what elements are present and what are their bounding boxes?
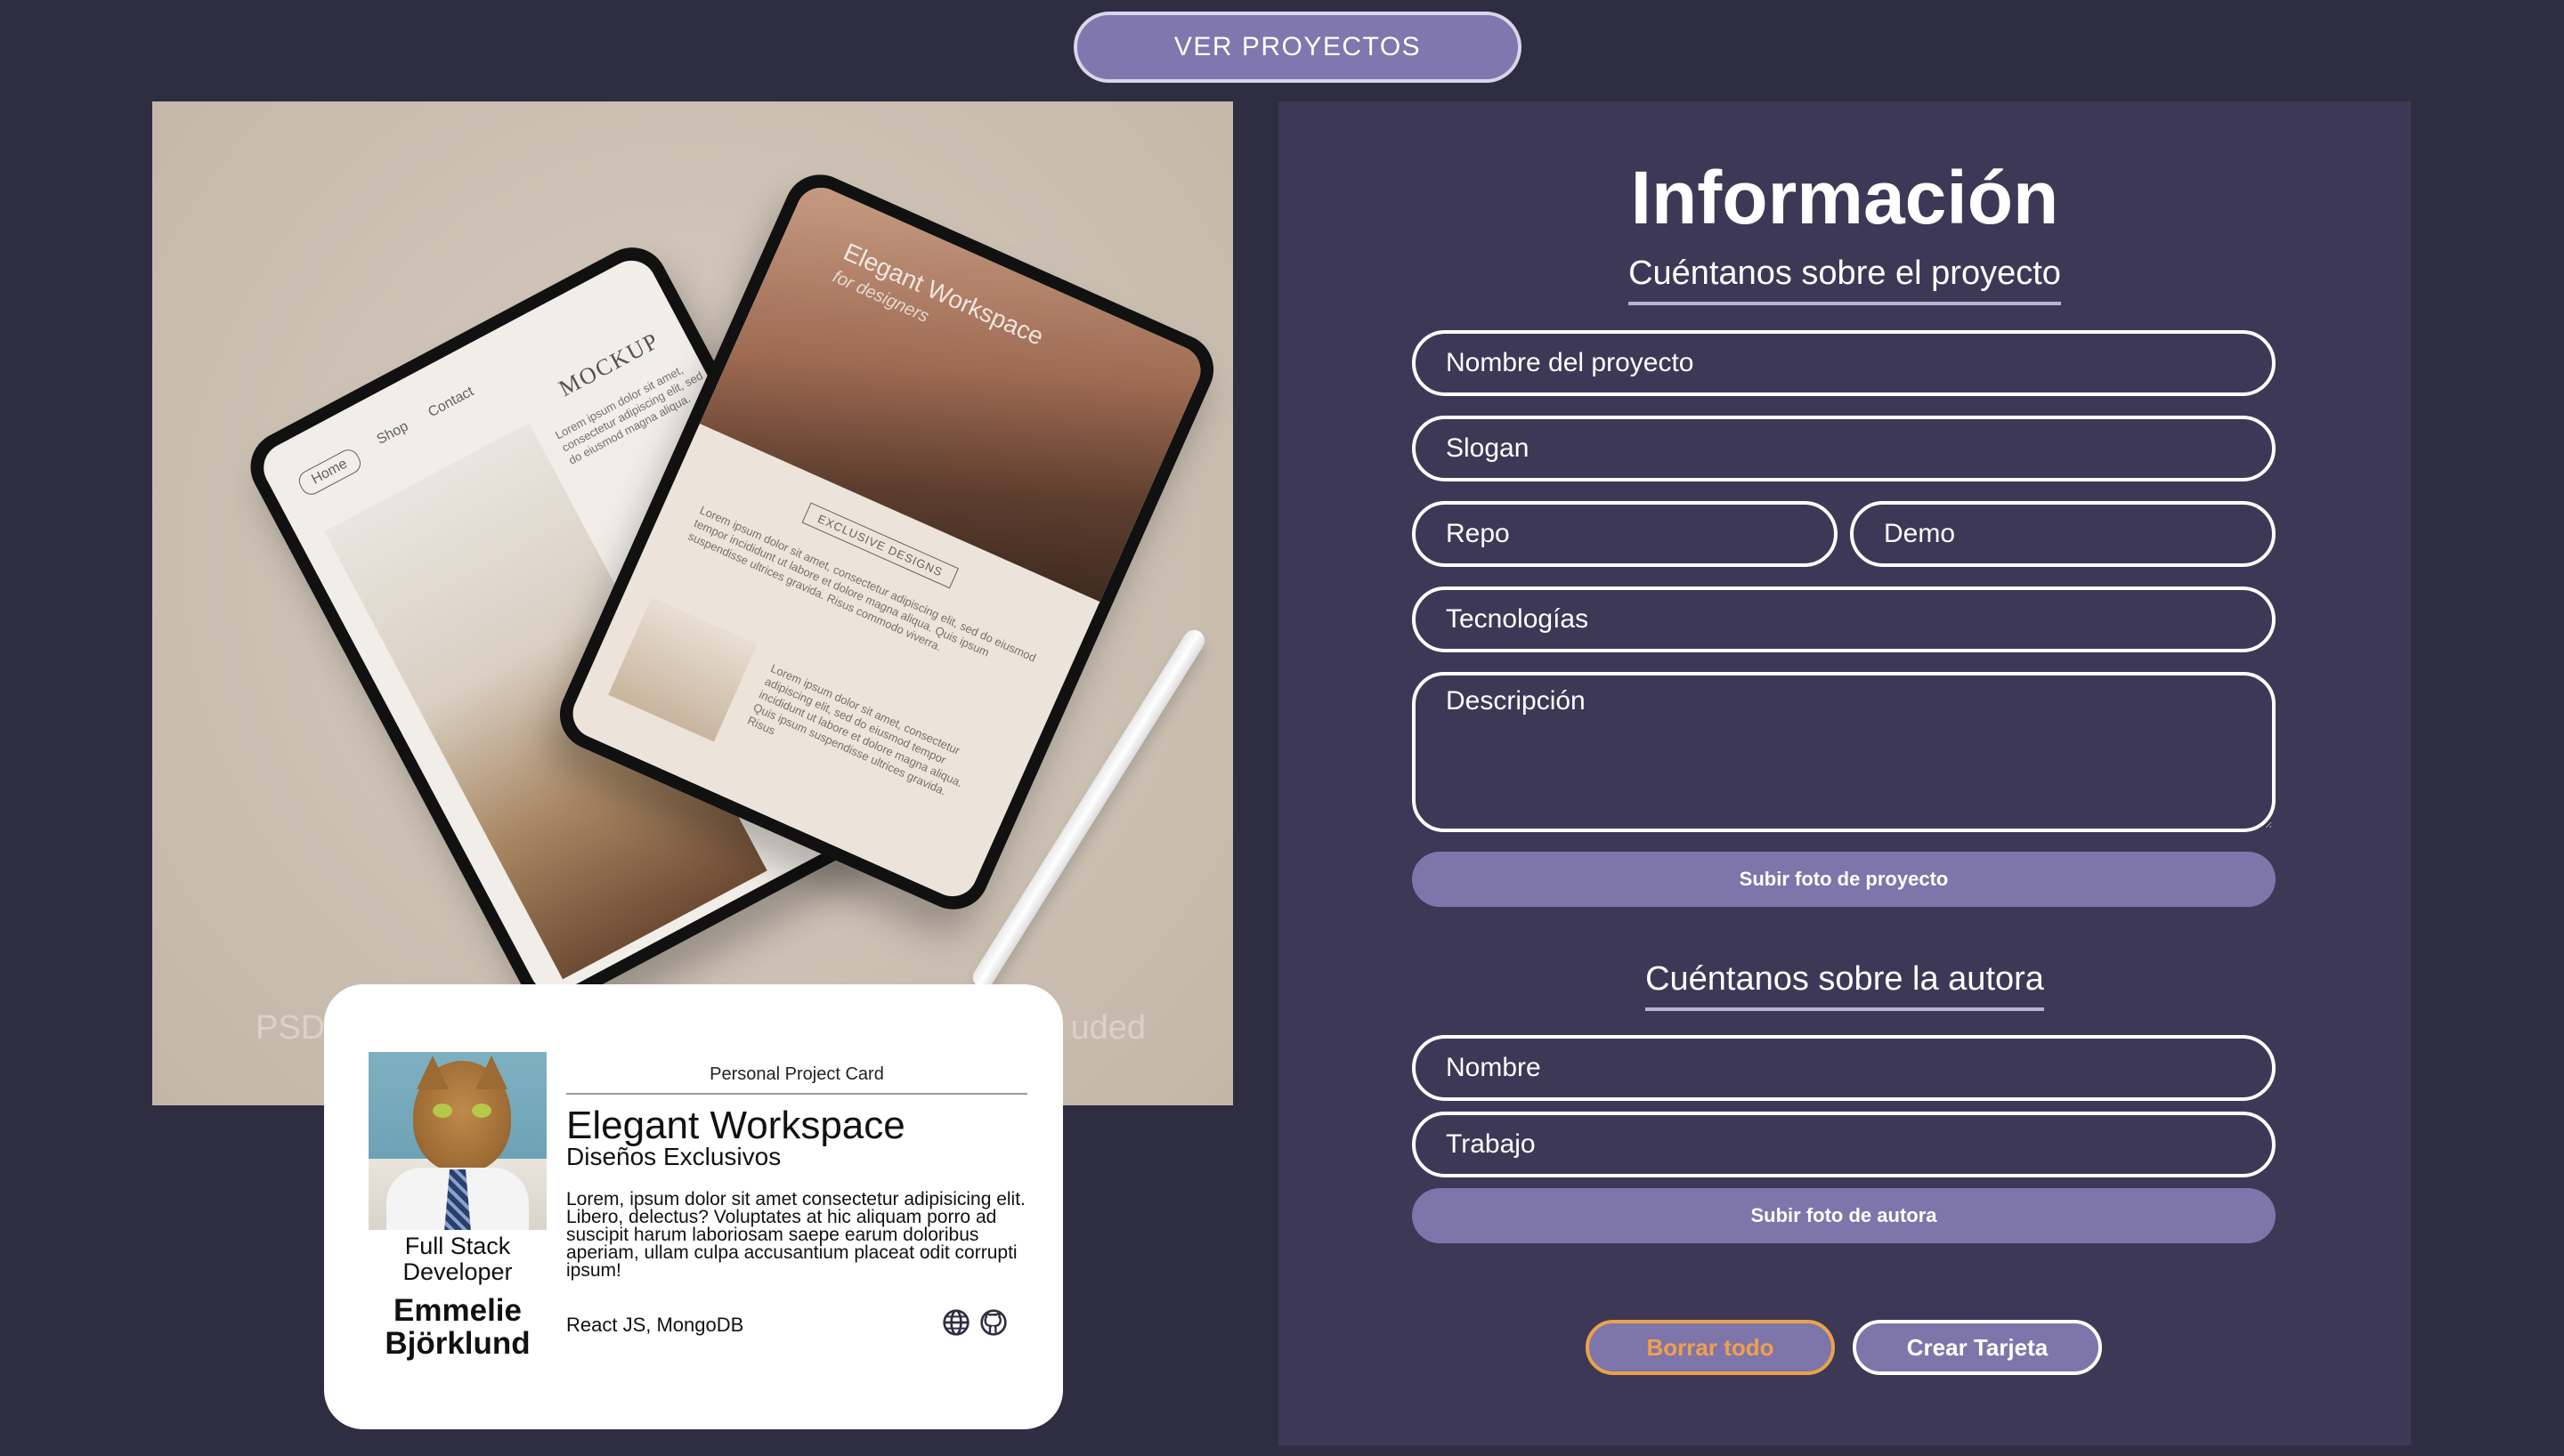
job-input[interactable] <box>1412 1112 2276 1177</box>
github-icon[interactable] <box>979 1308 1008 1337</box>
cat-ear-left <box>417 1056 449 1089</box>
front-tablet-lorem-2: Lorem ipsum dolor sit amet, consectetur … <box>745 661 965 798</box>
card-job: Full Stack Developer <box>402 1233 513 1285</box>
slogan-input[interactable] <box>1412 416 2276 481</box>
nav-shop: Shop <box>374 418 411 448</box>
watermark-left: PSD <box>256 1009 326 1047</box>
repo-input[interactable] <box>1412 501 1838 567</box>
nav-home: Home <box>295 446 364 498</box>
card-slogan: Diseños Exclusivos <box>566 1143 782 1170</box>
upload-project-photo-button[interactable]: Subir foto de proyecto <box>1412 852 2276 907</box>
card-divider <box>566 1093 1027 1095</box>
card-description: Lorem, ipsum dolor sit amet consectetur … <box>566 1189 1026 1281</box>
description-textarea[interactable] <box>1412 672 2276 832</box>
cat-eye-left <box>433 1104 452 1118</box>
ver-proyectos-button[interactable]: VER PROYECTOS <box>1074 12 1521 83</box>
reset-button[interactable]: Borrar todo <box>1586 1320 1835 1375</box>
card-author-name: Emmelie Björklund <box>385 1293 531 1361</box>
room-thumbnail <box>608 596 758 742</box>
card-project-name: Elegant Workspace <box>566 1104 905 1147</box>
globe-icon[interactable] <box>942 1308 970 1337</box>
form-panel: Información Cuéntanos sobre el proyecto … <box>1278 101 2411 1445</box>
technologies-input[interactable] <box>1412 586 2276 652</box>
form-title: Información <box>1630 156 2059 239</box>
cat-head <box>413 1056 511 1172</box>
nav-contact: Contact <box>426 384 476 421</box>
cat-eye-right <box>472 1104 491 1118</box>
author-section-label: Cuéntanos sobre la autora <box>1645 960 2044 1011</box>
project-section-label: Cuéntanos sobre el proyecto <box>1628 255 2061 305</box>
author-photo <box>369 1052 547 1230</box>
project-section-title: Cuéntanos sobre el proyecto <box>1278 255 2411 305</box>
author-section-title: Cuéntanos sobre la autora <box>1278 960 2411 1011</box>
demo-input[interactable] <box>1850 501 2276 567</box>
project-name-input[interactable] <box>1412 330 2276 396</box>
cat-ear-right <box>475 1056 507 1089</box>
card-label: Personal Project Card <box>710 1064 884 1084</box>
upload-author-photo-button[interactable]: Subir foto de autora <box>1412 1188 2276 1243</box>
card-links <box>942 1308 1008 1337</box>
project-mockup-image: Home Shop Contact MOCKUP Lorem ipsum dol… <box>152 101 1233 1105</box>
create-card-button[interactable]: Crear Tarjeta <box>1853 1320 2102 1375</box>
author-name-input[interactable] <box>1412 1035 2276 1101</box>
watermark-right: uded <box>1070 1009 1146 1047</box>
project-card-preview: Full Stack Developer Emmelie Björklund P… <box>324 984 1063 1429</box>
card-technologies: React JS, MongoDB <box>566 1314 744 1336</box>
